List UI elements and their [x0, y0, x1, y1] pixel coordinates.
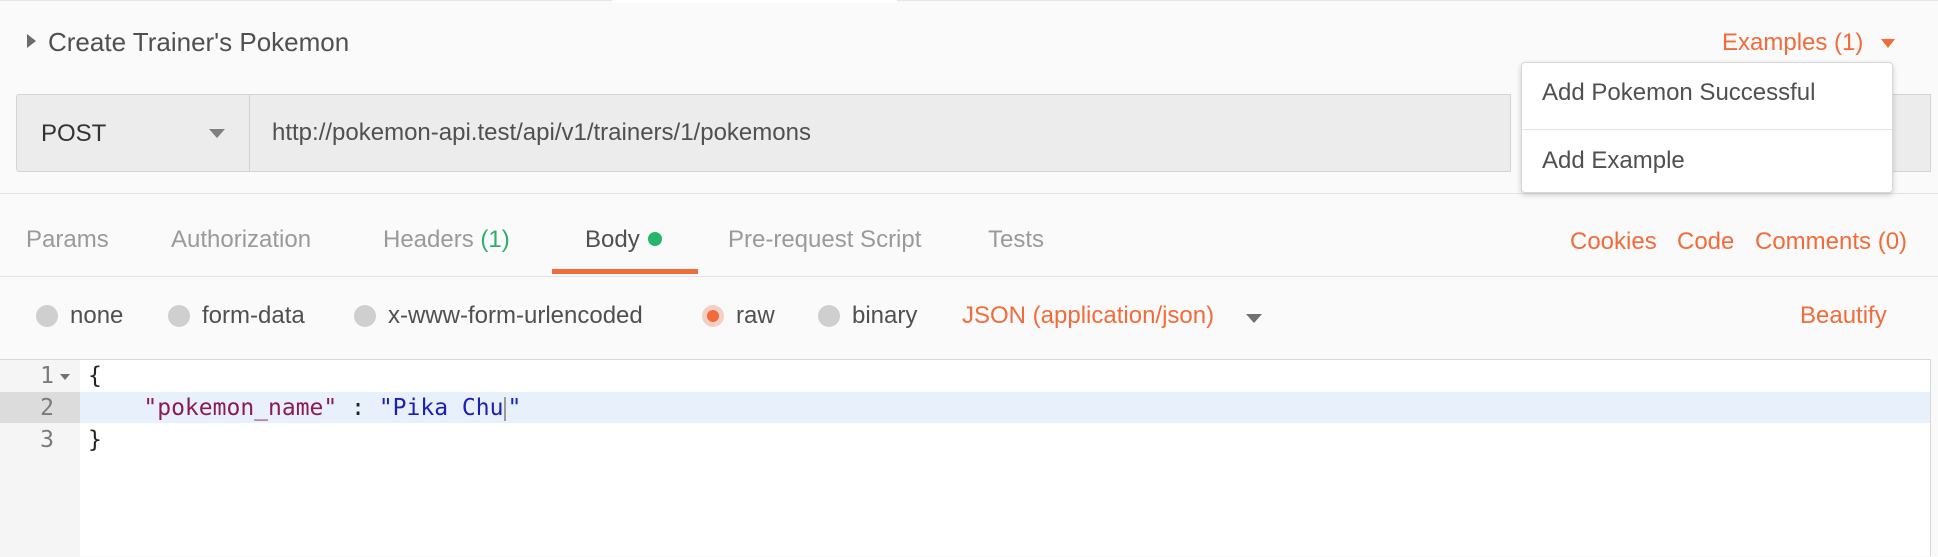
top-border	[0, 0, 1938, 1]
comments-link[interactable]: Comments (0)	[1755, 228, 1907, 256]
tab-tests[interactable]: Tests	[988, 226, 1044, 254]
tab-prerequest-script[interactable]: Pre-request Script	[728, 226, 921, 254]
radio-circle	[168, 305, 190, 327]
code-editor[interactable]: 1 2 3 { "pokemon_name" : "Pika Chu " }	[0, 359, 1931, 557]
code-line-1: {	[88, 363, 102, 389]
json-value-start: "Pika Chu	[378, 395, 504, 421]
cookies-link[interactable]: Cookies	[1570, 228, 1657, 256]
examples-dropdown: Add Pokemon Successful Add Example	[1521, 62, 1893, 193]
radio-label: none	[70, 302, 124, 329]
add-example-item[interactable]: Add Example	[1542, 147, 1685, 175]
tab-headers[interactable]: Headers (1)	[383, 226, 510, 254]
dropdown-divider	[1522, 129, 1892, 130]
line-number: 2	[40, 395, 54, 421]
line-number: 3	[40, 427, 54, 453]
method-select[interactable]: POST	[16, 94, 249, 172]
request-title[interactable]: Create Trainer's Pokemon	[48, 27, 349, 58]
code-line-2: "pokemon_name" : "Pika Chu "	[88, 395, 521, 421]
beautify-button[interactable]: Beautify	[1800, 302, 1887, 330]
json-value-end: "	[507, 395, 522, 421]
radio-label: binary	[852, 302, 918, 329]
tab-headers-label: Headers	[383, 226, 474, 253]
chevron-down-icon	[209, 129, 225, 138]
radio-circle	[818, 305, 840, 327]
tab-body-label: Body	[585, 226, 640, 253]
body-type-bar: none form-data x-www-form-urlencoded raw…	[0, 277, 1938, 359]
radio-label: x-www-form-urlencoded	[388, 302, 643, 329]
json-separator: :	[337, 395, 379, 421]
examples-button[interactable]: Examples (1)	[1722, 29, 1863, 57]
radio-circle	[354, 305, 376, 327]
tab-strip-remnant	[612, 0, 897, 3]
active-tab-indicator	[552, 269, 698, 274]
url-input[interactable]	[249, 94, 1511, 172]
tab-authorization[interactable]: Authorization	[171, 226, 311, 254]
json-key: "pokemon_name"	[143, 395, 338, 421]
code-line-3: }	[88, 427, 102, 453]
collapse-caret-icon[interactable]	[27, 34, 36, 48]
code-link[interactable]: Code	[1677, 228, 1734, 256]
content-type-select[interactable]: JSON (application/json)	[962, 302, 1214, 330]
radio-label: raw	[736, 302, 775, 329]
example-item[interactable]: Add Pokemon Successful	[1542, 79, 1815, 107]
line-number: 1	[40, 363, 54, 389]
radio-circle	[36, 305, 58, 327]
body-status-dot-icon	[647, 231, 662, 246]
method-label: POST	[41, 120, 107, 147]
tab-params[interactable]: Params	[26, 226, 109, 254]
radio-circle-selected	[702, 305, 724, 327]
request-tabs: Params Authorization Headers (1) Body Pr…	[0, 194, 1938, 276]
headers-count-badge: (1)	[480, 226, 510, 253]
tab-body[interactable]: Body	[585, 226, 662, 254]
radio-label: form-data	[202, 302, 305, 329]
chevron-down-icon[interactable]	[1881, 39, 1895, 48]
request-header: Create Trainer's Pokemon Examples (1)	[0, 18, 1938, 68]
chevron-down-icon[interactable]	[1246, 314, 1262, 323]
editor-gutter	[0, 360, 80, 557]
fold-arrow-icon[interactable]	[60, 374, 70, 380]
